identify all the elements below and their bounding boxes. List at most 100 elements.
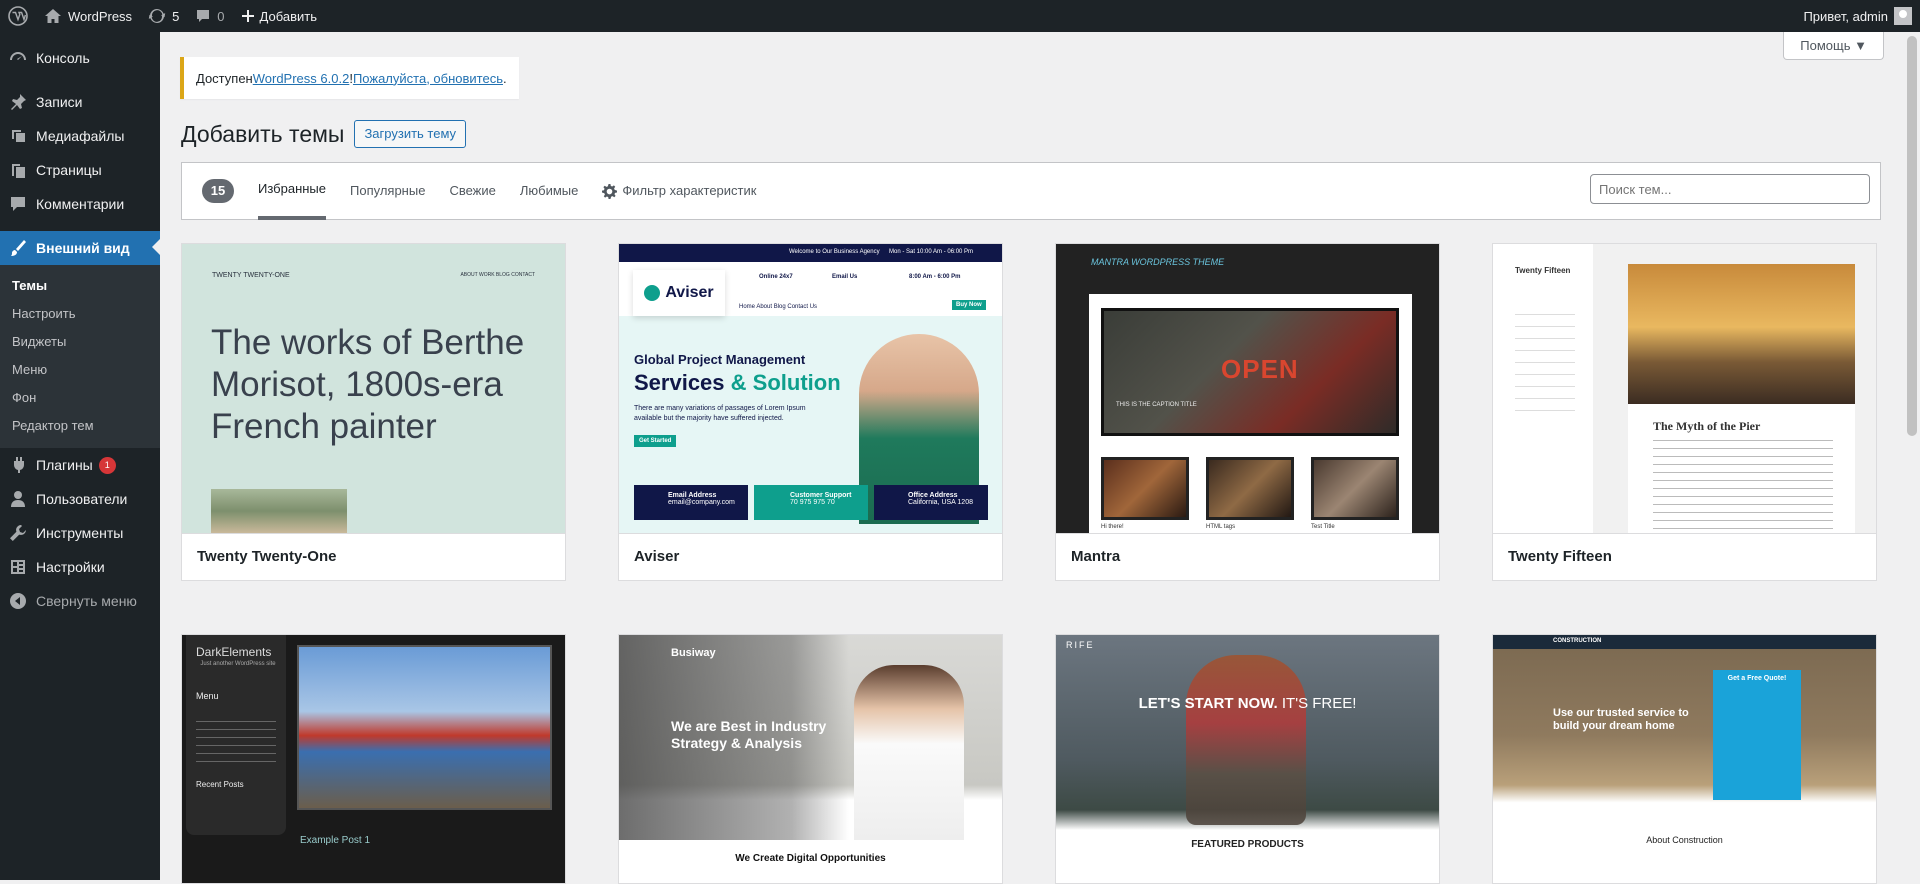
de-menu-lines <box>196 721 276 766</box>
theme-card-twenty-twenty-one[interactable]: TWENTY TWENTY-ONE ABOUT WORK BLOG CONTAC… <box>181 243 566 581</box>
theme-name: Twenty Twenty-One <box>182 533 565 580</box>
submenu-customize[interactable]: Настроить <box>0 300 160 328</box>
theme-name: Mantra <box>1056 533 1439 580</box>
mantra-caption: THIS IS THE CAPTION TITLE <box>1116 402 1197 408</box>
menu-item-appearance[interactable]: Внешний вид <box>0 231 160 265</box>
help-button[interactable]: Помощь ▼ <box>1783 32 1884 60</box>
submenu-themes[interactable]: Темы <box>0 272 160 300</box>
tab-favorites[interactable]: Любимые <box>520 162 579 220</box>
tt1-painting-image <box>211 489 347 533</box>
page-icon <box>8 160 28 180</box>
aviser-nav: Home About Blog Contact Us <box>739 304 818 310</box>
new-content-link[interactable]: Добавить <box>233 0 325 32</box>
aviser-box-sub: 70 975 975 70 <box>790 499 835 506</box>
rife-hiker-image <box>1186 655 1306 825</box>
tf-site-title: Twenty Fifteen <box>1515 266 1571 275</box>
chevron-down-icon: ▼ <box>1854 38 1867 53</box>
busiway-heading-2: Strategy & Analysis <box>671 735 802 751</box>
construction-heading: Use our trusted service to build your dr… <box>1553 707 1689 732</box>
submenu-background[interactable]: Фон <box>0 384 160 412</box>
greeting: Привет, admin <box>1803 8 1888 24</box>
theme-card-mantra[interactable]: MANTRA WORDPRESS THEME OPEN THIS IS THE … <box>1055 243 1440 581</box>
feature-filter-button[interactable]: Фильтр характеристик <box>602 162 756 220</box>
updates-icon <box>148 9 166 23</box>
my-account[interactable]: Привет, admin <box>1803 7 1920 25</box>
menu-item-comments[interactable]: Комментарии <box>0 187 160 221</box>
mantra-logo: MANTRA WORDPRESS THEME <box>1091 257 1225 267</box>
theme-search-input[interactable] <box>1590 174 1870 204</box>
users-icon <box>8 489 28 509</box>
comment-icon <box>8 194 28 214</box>
theme-screenshot: Welcome to Our Business Agency Mon - Sat… <box>619 244 1002 533</box>
avatar <box>1894 7 1912 25</box>
tab-popular[interactable]: Популярные <box>350 162 425 220</box>
theme-card-busiway[interactable]: Busiway We are Best in Industry Strategy… <box>618 634 1003 884</box>
mantra-open-sign: OPEN <box>1221 354 1299 384</box>
please-update-link[interactable]: Пожалуйста, обновитесь <box>353 71 503 86</box>
aviser-box-title: Email Address <box>668 492 717 499</box>
site-name-link[interactable]: WordPress <box>36 0 140 32</box>
update-notice: Доступен WordPress 6.0.2 ! Пожалуйста, о… <box>180 57 519 99</box>
submenu-widgets[interactable]: Виджеты <box>0 328 160 356</box>
menu-item-tools[interactable]: Инструменты <box>0 516 160 550</box>
theme-card-construction[interactable]: CONSTRUCTION Use our trusted service to … <box>1492 634 1877 884</box>
main-content: Помощь ▼ Доступен WordPress 6.0.2 ! Пожа… <box>160 32 1920 884</box>
tab-featured[interactable]: Избранные <box>258 162 326 220</box>
aviser-contact-1: Online 24x7 <box>759 274 793 280</box>
comments-count: 0 <box>217 8 225 24</box>
menu-item-users[interactable]: Пользователи <box>0 482 160 516</box>
menu-label: Свернуть меню <box>36 593 137 609</box>
aviser-box-title: Office Address <box>908 492 958 499</box>
menu-item-dashboard[interactable]: Консоль <box>0 41 160 75</box>
de-boats-image <box>297 645 552 810</box>
page-title-row: Добавить темы Загрузить тему <box>181 120 467 148</box>
tt1-headline: The works of Berthe Morisot, 1800s-era F… <box>211 323 525 446</box>
page-title: Добавить темы <box>181 120 345 147</box>
collapse-menu-button[interactable]: Свернуть меню <box>0 584 160 618</box>
aviser-paragraph: There are many variations of passages of… <box>634 405 806 422</box>
menu-item-plugins[interactable]: Плагины 1 <box>0 448 160 482</box>
new-content-label: Добавить <box>259 8 317 24</box>
tab-latest[interactable]: Свежие <box>449 162 495 220</box>
theme-card-rife[interactable]: RIFE LET'S START NOW. IT'S FREE! FEATURE… <box>1055 634 1440 884</box>
menu-item-pages[interactable]: Страницы <box>0 153 160 187</box>
aviser-logo: Aviser <box>633 270 725 316</box>
appearance-submenu: Темы Настроить Виджеты Меню Фон Редактор… <box>0 265 160 448</box>
de-menu-heading: Menu <box>196 691 219 701</box>
submenu-theme-editor[interactable]: Редактор тем <box>0 412 160 440</box>
aviser-buy-button: Buy Now <box>952 300 986 310</box>
busiway-bottom-heading: We Create Digital Opportunities <box>735 853 886 864</box>
theme-card-twenty-fifteen[interactable]: Twenty Fifteen The Myth of the Pier Twen… <box>1492 243 1877 581</box>
menu-label: Страницы <box>36 162 102 178</box>
aviser-box-office: Office Address California, USA 1208 <box>874 485 988 520</box>
aviser-logo-text: Aviser <box>665 284 714 301</box>
theme-screenshot: DarkElements Just another WordPress site… <box>182 635 565 883</box>
menu-item-posts[interactable]: Записи <box>0 85 160 119</box>
menu-item-media[interactable]: Медиафайлы <box>0 119 160 153</box>
theme-name: Twenty Fifteen <box>1493 533 1876 580</box>
menu-label: Внешний вид <box>36 240 130 256</box>
aviser-heading-services: Services <box>634 370 725 395</box>
tf-sidebar-lines <box>1515 314 1575 414</box>
upload-theme-button[interactable]: Загрузить тему <box>354 120 467 148</box>
busiway-woman-image <box>854 665 964 840</box>
aviser-heading: Global Project Management <box>634 352 806 367</box>
theme-card-darkelements[interactable]: DarkElements Just another WordPress site… <box>181 634 566 884</box>
brush-icon <box>8 238 28 258</box>
aviser-box-title: Customer Support <box>790 492 852 499</box>
dashboard-icon <box>8 48 28 68</box>
rife-heading: LET'S START NOW. <box>1138 695 1278 712</box>
plugin-icon <box>8 455 28 475</box>
scrollbar-thumb[interactable] <box>1907 36 1917 436</box>
submenu-menus[interactable]: Меню <box>0 356 160 384</box>
page-scrollbar[interactable] <box>1904 32 1920 880</box>
construction-quote-title: Get a Free Quote! <box>1727 675 1787 682</box>
wordpress-logo-icon[interactable] <box>0 0 36 32</box>
comments-link[interactable]: 0 <box>187 0 232 32</box>
mantra-thumb-title: Hi there! <box>1101 524 1124 530</box>
updates-link[interactable]: 5 <box>140 0 187 32</box>
tf-post-title: The Myth of the Pier <box>1653 419 1761 433</box>
menu-item-settings[interactable]: Настройки <box>0 550 160 584</box>
theme-card-aviser[interactable]: Welcome to Our Business Agency Mon - Sat… <box>618 243 1003 581</box>
wordpress-version-link[interactable]: WordPress 6.0.2 <box>253 71 350 86</box>
